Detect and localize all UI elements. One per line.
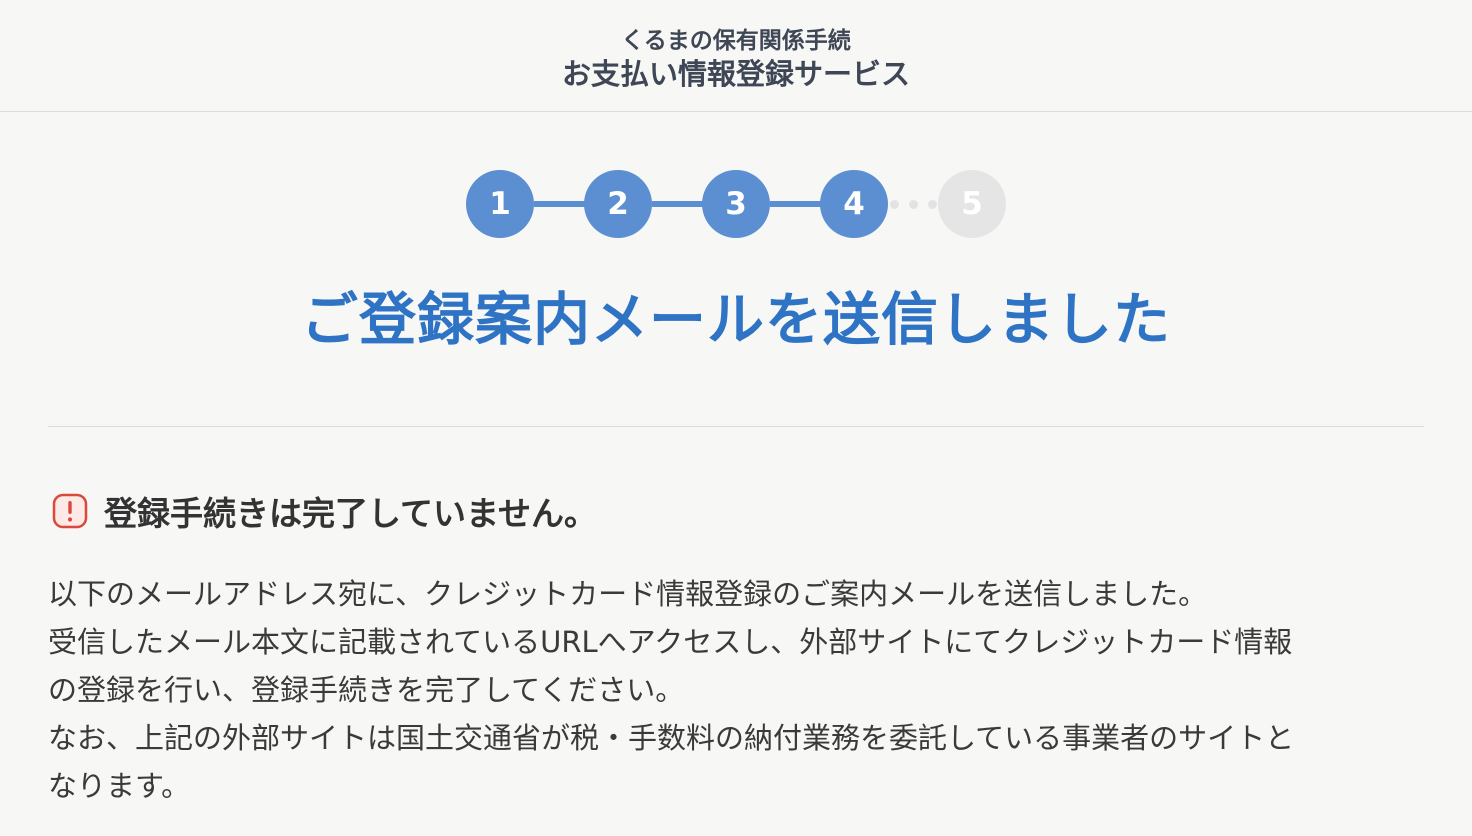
alert-text: 登録手続きは完了していません。 [104,494,598,533]
step-connector [770,201,822,207]
instruction-line: 以下のメールアドレス宛に、クレジットカード情報登録のご案内メールを送信しました。 [48,577,1208,611]
step-dot [928,200,937,209]
instruction-line: 受信したメール本文に記載されているURLへアクセスし、外部サイトにてクレジットカ… [48,625,1293,659]
page-title: ご登録案内メールを送信しました [301,287,1171,353]
step-4-current: 4 [820,170,888,238]
step-dot [890,200,899,209]
section-divider [48,426,1424,427]
alert-notice: 登録手続きは完了していません。 [52,488,597,534]
exclamation-alert-icon [52,493,88,529]
step-1: 1 [466,170,534,238]
instruction-text: 以下のメールアドレス宛に、クレジットカード情報登録のご案内メールを送信しました。… [48,570,1438,810]
step-3: 3 [702,170,770,238]
progress-stepper: 1 2 3 4 5 [466,170,1006,238]
step-connector [534,201,586,207]
instruction-line: の登録を行い、登録手続きを完了してください。 [48,673,685,707]
step-connector [652,201,704,207]
step-dot [909,200,918,209]
step-2: 2 [584,170,652,238]
instruction-line: なお、上記の外部サイトは国土交通省が税・手数料の納付業務を委託している事業者のサ… [48,721,1295,755]
service-title: お支払い情報登録サービス [561,57,910,91]
page-header: くるまの保有関係手続 お支払い情報登録サービス [0,0,1472,112]
step-5-pending: 5 [938,170,1006,238]
instruction-line: なります。 [48,769,191,803]
service-category: くるまの保有関係手続 [621,28,851,54]
